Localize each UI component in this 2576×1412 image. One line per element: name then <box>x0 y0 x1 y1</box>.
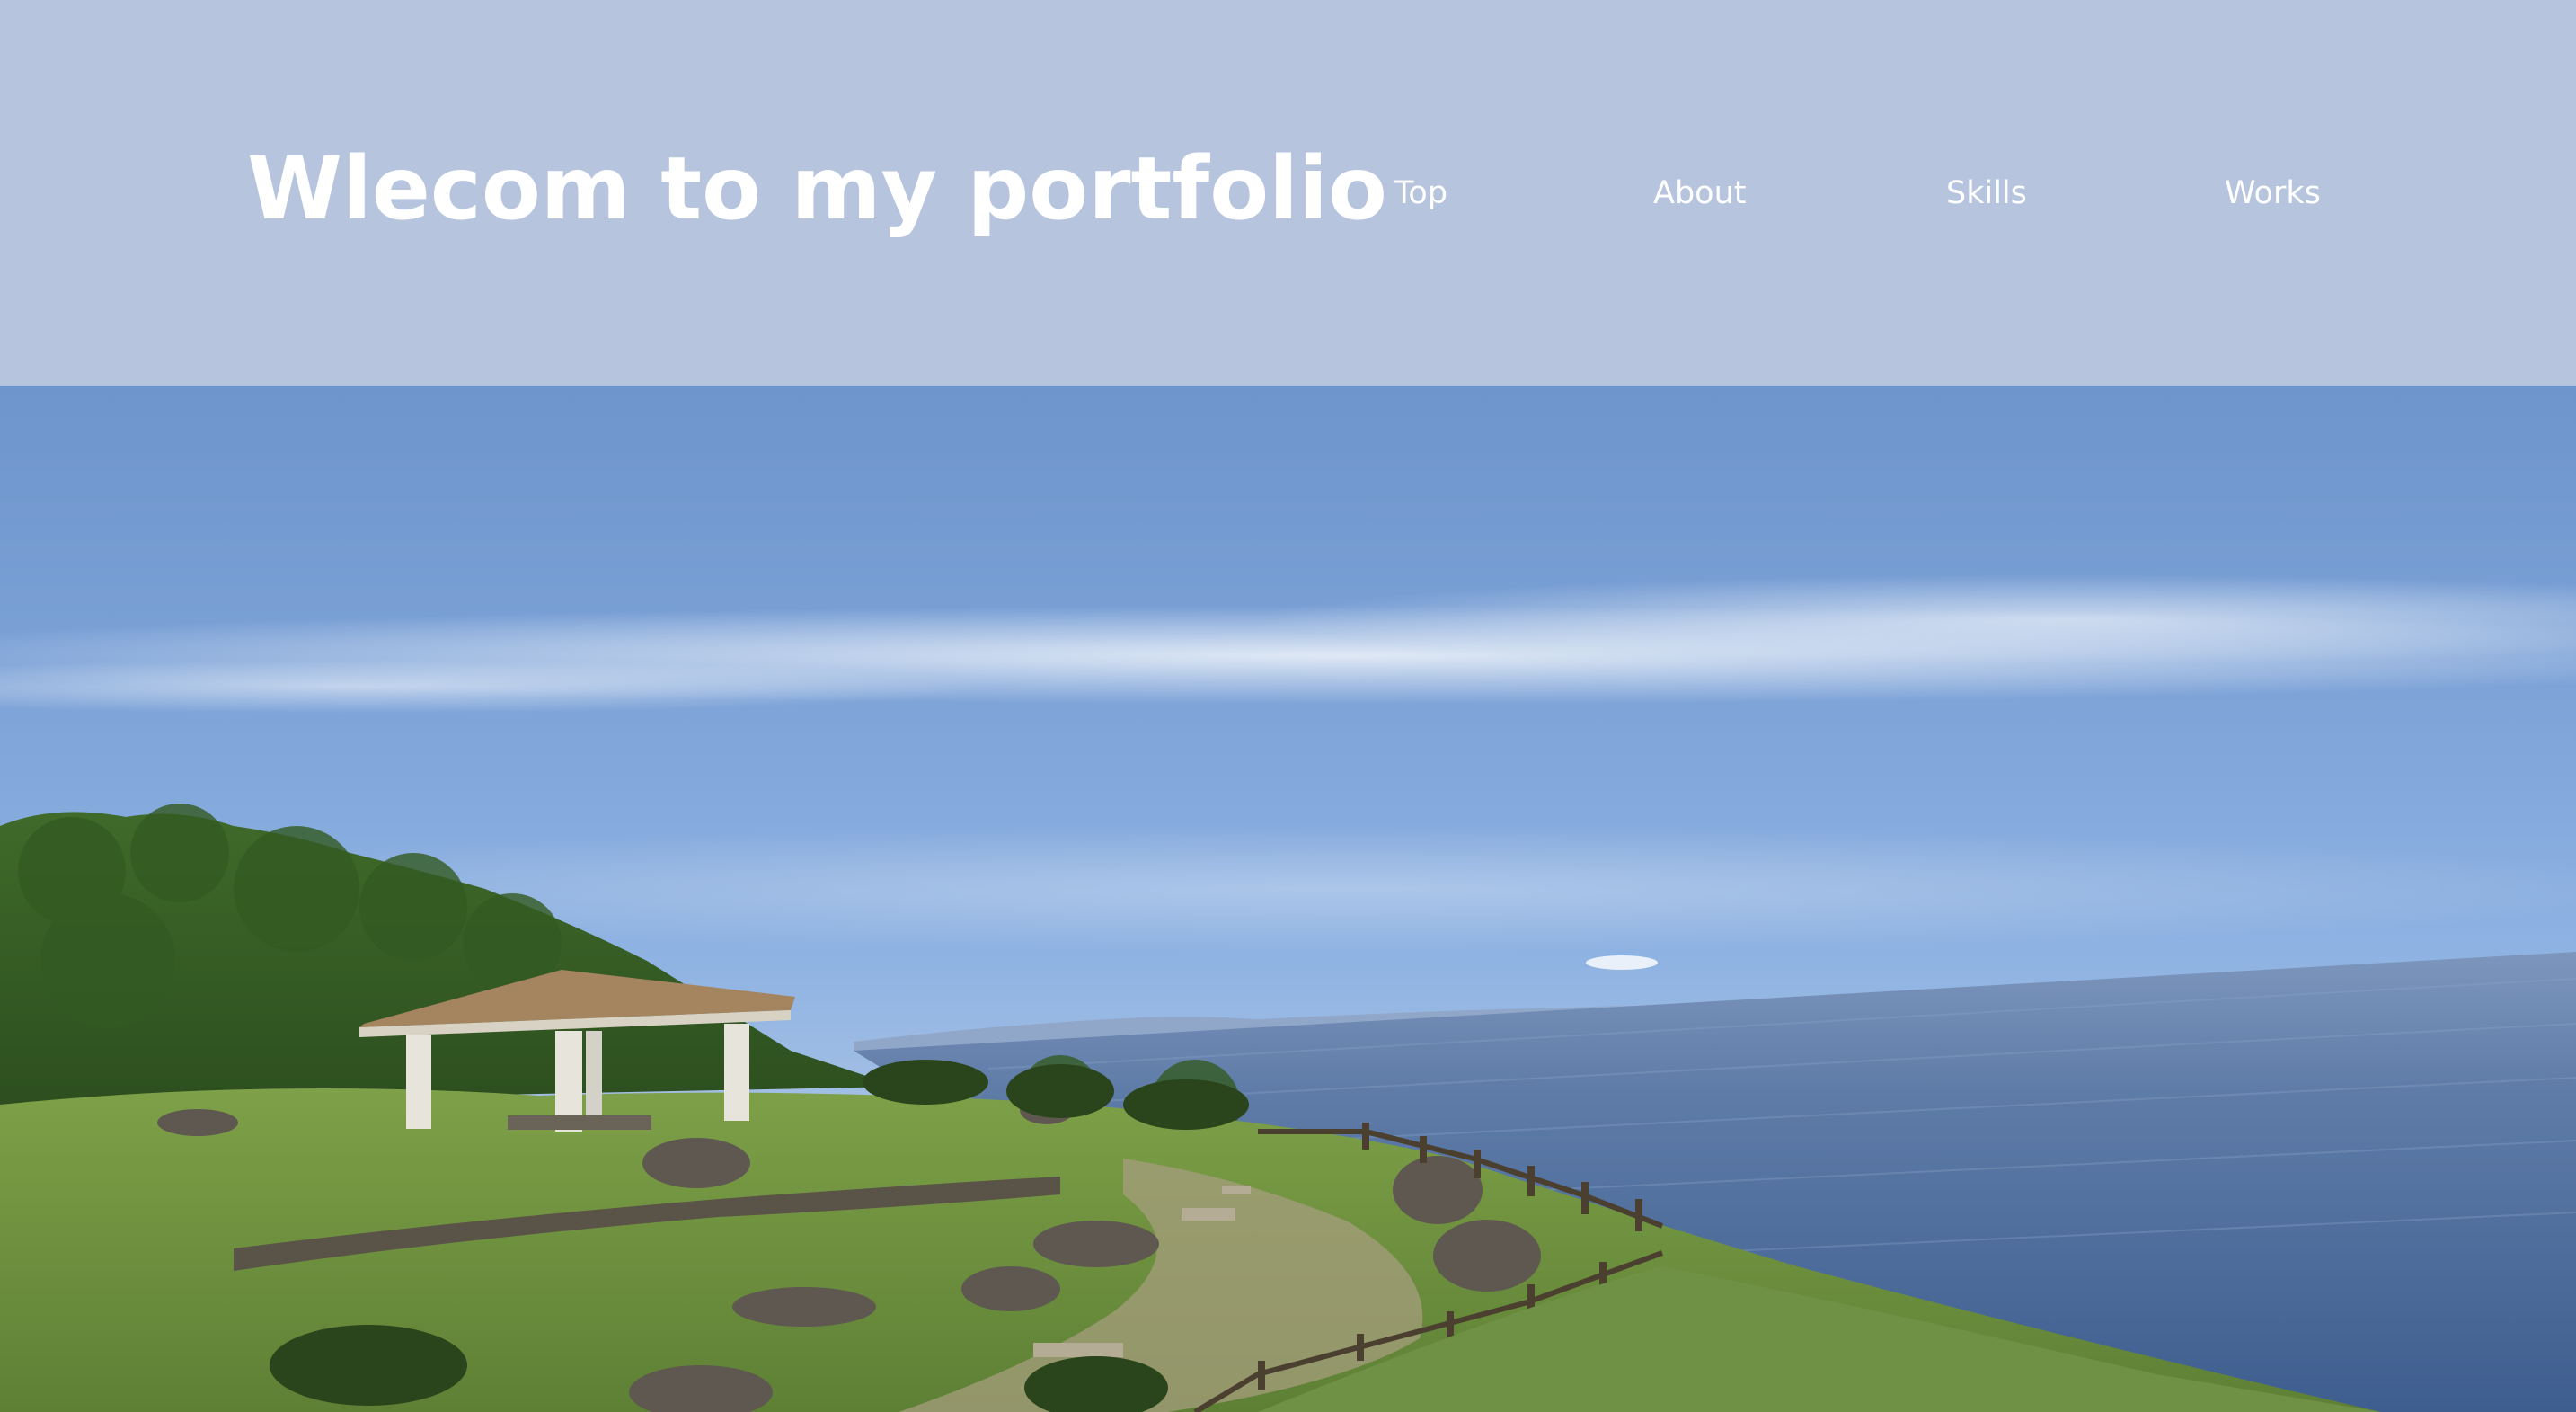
site-header: Wlecom to my portfolio Top About Skills … <box>0 0 2576 386</box>
nav-link-top[interactable]: Top <box>1394 171 1447 216</box>
hero-image <box>0 386 2576 1412</box>
nav-link-skills[interactable]: Skills <box>1946 171 2027 216</box>
main-nav: Top About Skills Works <box>0 171 2576 216</box>
nav-link-works[interactable]: Works <box>2225 171 2321 216</box>
page: Wlecom to my portfolio Top About Skills … <box>0 0 2576 1412</box>
nav-link-about[interactable]: About <box>1653 171 1746 216</box>
